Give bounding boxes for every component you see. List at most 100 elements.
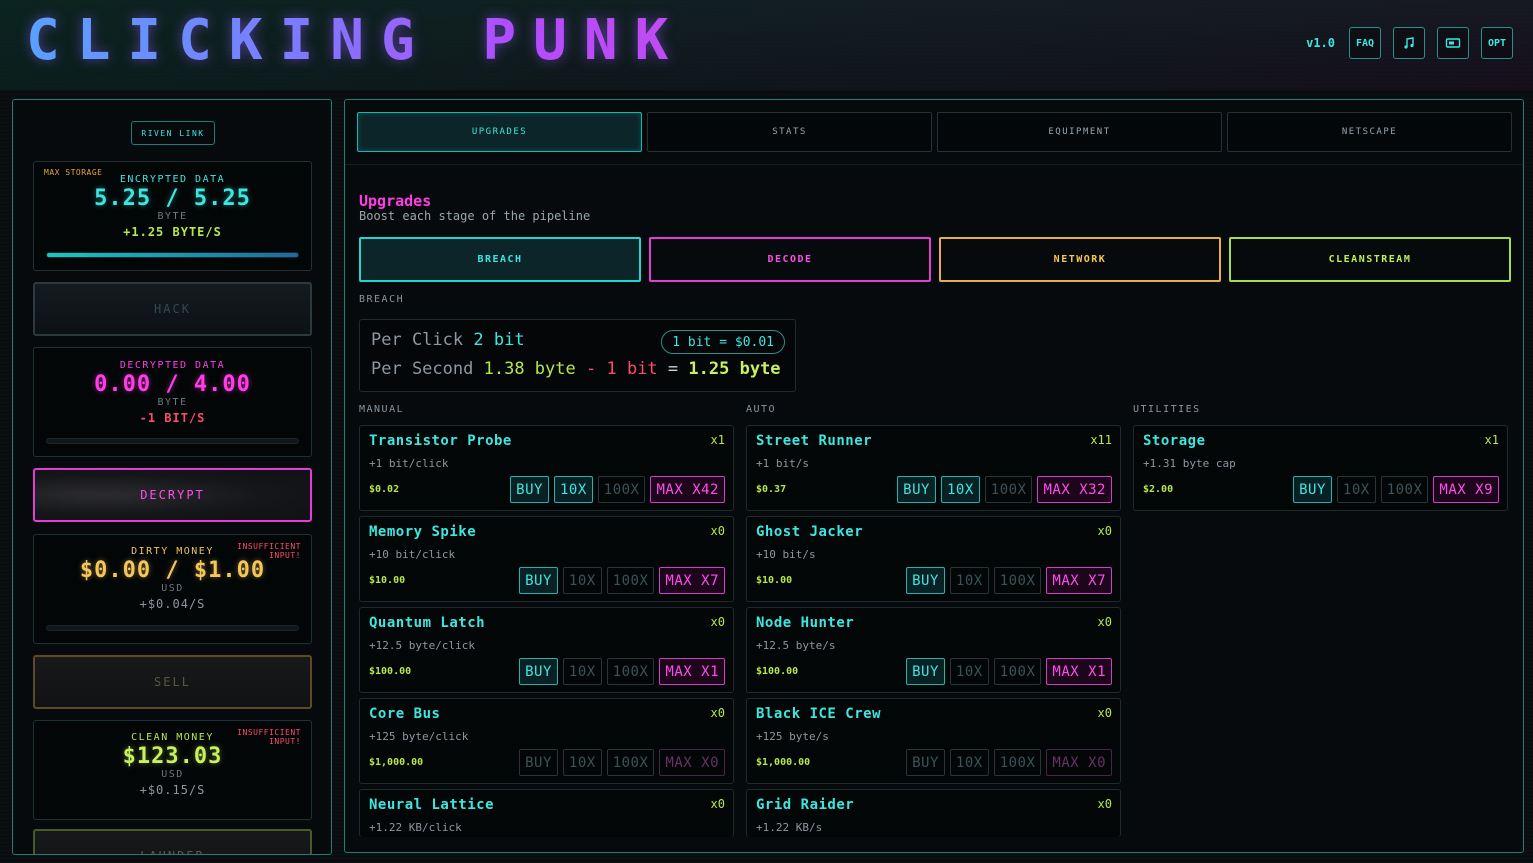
buy-max-button[interactable]: MAX X7 [659,567,725,594]
stage-selector: BREACH DECODE NETWORK CLEANSTREAM [359,237,1511,282]
buy-button[interactable]: BUY [906,658,945,685]
upgrade-name: Memory Spike [369,524,477,540]
options-button[interactable]: OPT [1481,27,1513,59]
launder-button[interactable]: LAUNDER [33,829,312,854]
buy-100x-button[interactable]: 100X [993,749,1042,776]
upgrade-price: $10.00 [369,575,406,586]
stage-breach[interactable]: BREACH [359,237,641,282]
buy-max-button[interactable]: MAX X7 [1046,567,1112,594]
buy-button[interactable]: BUY [906,567,945,594]
buy-10x-button[interactable]: 10X [940,476,980,503]
tab-netscape[interactable]: NETSCAPE [1227,112,1512,152]
buy-100x-button[interactable]: 100X [597,476,646,503]
stage-cleanstream[interactable]: CLEANSTREAM [1229,237,1511,282]
buy-button[interactable]: BUY [897,476,936,503]
stage-decode[interactable]: DECODE [649,237,931,282]
app-logo: CLICKING PUNK [26,8,686,73]
stage-network[interactable]: NETWORK [939,237,1221,282]
top-controls: v1.0 FAQ OPT [1306,27,1513,59]
buy-10x-button[interactable]: 10X [949,567,989,594]
dirty-value: $0.00 / $1.00 [79,558,266,583]
clean-rate: +$0.15/S [139,783,206,797]
buy-100x-button[interactable]: 100X [606,567,655,594]
upgrade-card: Node Hunter x0 +12.5 byte/s $100.00 BUY 10X… [746,607,1121,693]
resource-panel: RIVEN LINK MAX STORAGE ENCRYPTED DATA 5.… [12,99,332,855]
hack-button[interactable]: HACK [33,282,312,336]
buy-max-button[interactable]: MAX X0 [659,749,725,776]
buy-100x-button[interactable]: 100X [993,658,1042,685]
buy-10x-button[interactable]: 10X [1336,476,1376,503]
buy-button[interactable]: BUY [519,567,558,594]
upgrade-name: Ghost Jacker [756,524,864,540]
buy-max-button[interactable]: MAX X0 [1046,749,1112,776]
buy-100x-button[interactable]: 100X [1380,476,1429,503]
upgrade-card: Street Runner x11 +1 bit/s $0.37 BUY 10X 10… [746,425,1121,511]
upgrade-price: $0.37 [756,484,787,495]
auto-column-label: AUTO [746,404,777,415]
upgrade-card: Storage x1 +1.31 byte cap $2.00 BUY 10X 100… [1133,425,1508,511]
upgrade-count: x1 [1484,433,1499,447]
buy-10x-button[interactable]: 10X [562,749,602,776]
conversion-rate-pill: 1 bit = $0.01 [661,330,785,354]
section-subtitle: Boost each stage of the pipeline [359,209,591,223]
encrypted-progress-bar [46,252,299,258]
buy-max-button[interactable]: MAX X1 [659,658,725,685]
music-button[interactable] [1393,27,1425,59]
tab-upgrades[interactable]: UPGRADES [357,112,642,152]
purchase-buttons: BUY 10X 100X MAX X7 [519,567,725,594]
tab-equipment[interactable]: EQUIPMENT [937,112,1222,152]
manual-column-label: MANUAL [359,404,405,415]
buy-10x-button[interactable]: 10X [553,476,593,503]
upgrade-name: Street Runner [756,433,873,449]
buy-10x-button[interactable]: 10X [562,658,602,685]
buy-100x-button[interactable]: 100X [984,476,1033,503]
dirty-progress-bar [46,625,299,631]
upgrade-price: $1,000.00 [756,757,811,768]
sell-button[interactable]: SELL [33,655,312,709]
upgrade-count: x11 [1090,433,1112,447]
upgrade-name: Neural Lattice [369,797,495,813]
upgrade-price: $100.00 [369,666,412,677]
purchase-buttons: BUY 10X 100X MAX X1 [519,658,725,685]
decrypted-value: 0.00 / 4.00 [94,372,251,397]
upgrade-count: x1 [710,433,725,447]
tab-divider [345,164,1523,165]
buy-max-button[interactable]: MAX X9 [1433,476,1499,503]
per-click-row: Per Click 2 bit [371,330,525,350]
buy-max-button[interactable]: MAX X1 [1046,658,1112,685]
faq-button[interactable]: FAQ [1349,27,1381,59]
upgrade-count: x0 [1097,797,1112,811]
utilities-column-label: UTILITIES [1133,404,1201,415]
buy-100x-button[interactable]: 100X [606,658,655,685]
upgrade-count: x0 [710,706,725,720]
buy-100x-button[interactable]: 100X [606,749,655,776]
riven-link-button[interactable]: RIVEN LINK [131,121,215,145]
buy-button[interactable]: BUY [1293,476,1332,503]
buy-max-button[interactable]: MAX X32 [1037,476,1112,503]
decrypt-button[interactable]: DECRYPT [33,468,312,522]
buy-button[interactable]: BUY [906,749,945,776]
upgrade-card: Transistor Probe x1 +1 bit/click $0.02 BUY … [359,425,734,511]
decrypted-unit: BYTE [157,397,188,408]
buy-10x-button[interactable]: 10X [949,658,989,685]
section-title: Upgrades [359,192,432,210]
tab-stats[interactable]: STATS [647,112,932,152]
upgrade-price: $100.00 [756,666,799,677]
upgrade-card: Memory Spike x0 +10 bit/click $10.00 BUY 10… [359,516,734,602]
upgrade-effect: +12.5 byte/s [756,639,836,652]
upgrade-price: $0.02 [369,484,400,495]
buy-10x-button[interactable]: 10X [562,567,602,594]
breach-label: BREACH [359,294,405,305]
display-button[interactable] [1437,27,1469,59]
upgrade-name: Grid Raider [756,797,855,813]
buy-100x-button[interactable]: 100X [993,567,1042,594]
purchase-buttons: BUY 10X 100X MAX X42 [510,476,725,503]
buy-button[interactable]: BUY [510,476,549,503]
clean-money-card: INSUFFICIENT INPUT! CLEAN MONEY $123.03 … [33,720,312,820]
upgrade-count: x0 [710,524,725,538]
encrypted-progress-fill [47,253,298,257]
buy-10x-button[interactable]: 10X [949,749,989,776]
buy-button[interactable]: BUY [519,749,558,776]
buy-button[interactable]: BUY [519,658,558,685]
buy-max-button[interactable]: MAX X42 [650,476,725,503]
